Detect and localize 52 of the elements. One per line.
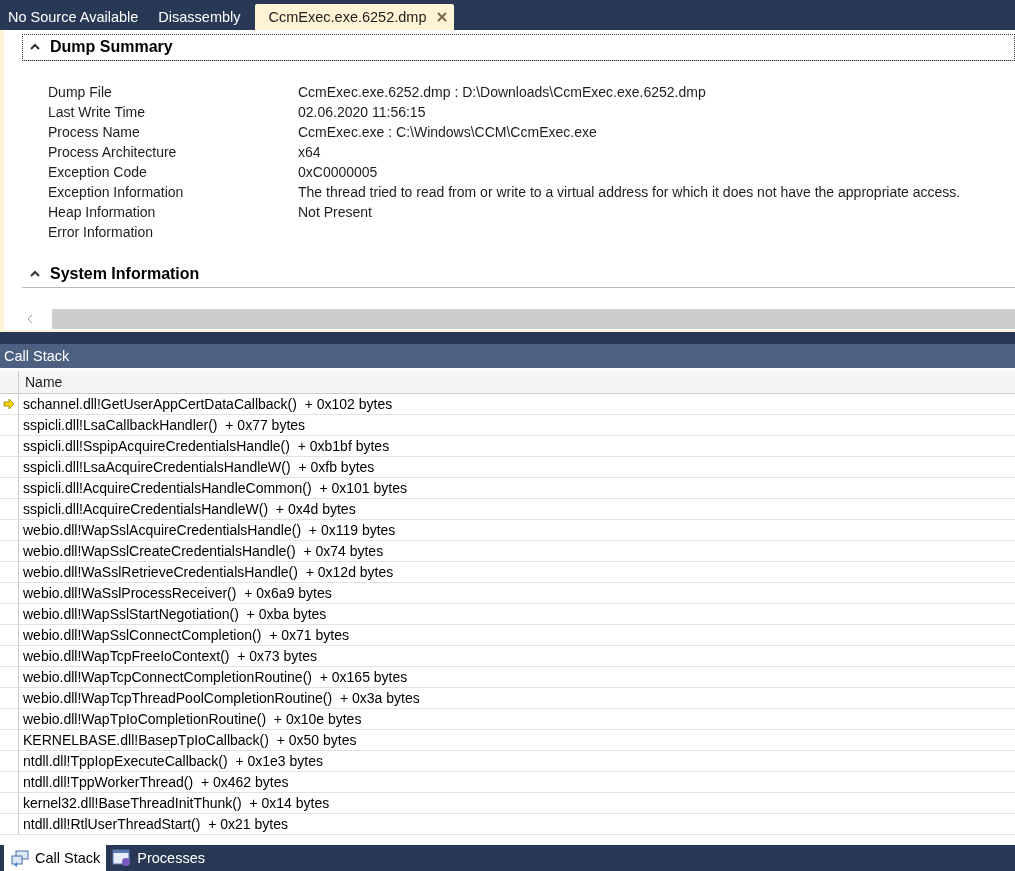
close-icon[interactable] xyxy=(436,11,449,23)
tool-window-tab[interactable]: Call Stack xyxy=(4,845,107,871)
stack-frame[interactable]: schannel.dll!GetUserAppCertDataCallback() + 0x102 bytes xyxy=(19,394,393,414)
stack-frame[interactable]: webio.dll!WapSslConnectCompletion() + 0x71 bytes xyxy=(19,625,349,645)
field-value: The thread tried to read from or write to a virtual address for which it does not have the appropriate access. xyxy=(298,183,962,201)
stack-frame[interactable]: sspicli.dll!LsaCallbackHandler() + 0x77 bytes xyxy=(19,415,306,435)
stack-frame[interactable]: webio.dll!WapTcpFreeIoContext() + 0x73 bytes xyxy=(19,646,317,666)
scroll-left-icon[interactable] xyxy=(26,314,34,324)
stack-frame[interactable]: webio.dll!WaSslProcessReceiver() + 0x6a9 bytes xyxy=(19,583,332,603)
panel-title: Call Stack xyxy=(0,344,1015,368)
stack-frame[interactable]: KERNELBASE.dll!BasepTpIoCallback() + 0x50 bytes xyxy=(19,730,357,750)
field-value: 0xC0000005 xyxy=(298,163,379,181)
collapse-icon[interactable] xyxy=(30,270,40,278)
field-label: Process Architecture xyxy=(48,143,178,161)
stack-frame[interactable]: webio.dll!WapSslStartNegotiation() + 0xba bytes xyxy=(19,604,327,624)
stack-frame[interactable]: webio.dll!WapSslAcquireCredentialsHandle() + 0x119 bytes xyxy=(19,520,396,540)
document-tab[interactable]: CcmExec.exe.6252.dmp xyxy=(254,4,455,30)
stack-frame[interactable]: sspicli.dll!AcquireCredentialsHandleCommon() + 0x101 bytes xyxy=(19,478,407,498)
field-label: Error Information xyxy=(48,223,155,241)
stack-frame[interactable]: ntdll.dll!RtlUserThreadStart() + 0x21 bytes xyxy=(19,814,288,834)
stack-frame[interactable]: webio.dll!WapSslCreateCredentialsHandle() + 0x74 bytes xyxy=(19,541,384,561)
tool-window-tab[interactable]: Processes xyxy=(106,845,211,871)
stack-frame[interactable]: webio.dll!WapTpIoCompletionRoutine() + 0x10e bytes xyxy=(19,709,362,729)
field-label: Dump File xyxy=(48,83,113,101)
stack-frame[interactable]: ntdll.dll!TppIopExecuteCallback() + 0x1e3 bytes xyxy=(19,751,323,771)
field-value: CcmExec.exe : C:\Windows\CCM\CcmExec.exe xyxy=(298,123,598,141)
field-value: Not Present xyxy=(298,203,373,221)
current-frame-arrow-icon xyxy=(3,399,15,409)
stack-frame[interactable]: kernel32.dll!BaseThreadInitThunk() + 0x14 bytes xyxy=(19,793,330,813)
section-header[interactable]: System Information xyxy=(22,261,1015,288)
field-value: CcmExec.exe.6252.dmp : D:\Downloads\CcmExec.exe.6252.dmp xyxy=(298,83,707,101)
section-header[interactable]: Dump Summary xyxy=(22,34,1015,61)
stacked-windows-icon xyxy=(10,849,30,867)
document-tab[interactable]: No Source Available xyxy=(2,4,153,30)
field-label: Heap Information xyxy=(48,203,157,221)
stack-frame[interactable]: ntdll.dll!TppWorkerThread() + 0x462 bytes xyxy=(19,772,289,792)
document-tab[interactable]: Disassembly xyxy=(152,4,255,30)
stack-frame[interactable]: sspicli.dll!AcquireCredentialsHandleW() + 0x4d bytes xyxy=(19,499,356,519)
column-header[interactable]: Name xyxy=(19,371,63,393)
stack-frame[interactable]: webio.dll!WapTcpThreadPoolCompletionRoutine() + 0x3a bytes xyxy=(19,688,420,708)
horizontal-scrollbar[interactable] xyxy=(52,309,1015,329)
stack-frame[interactable]: webio.dll!WaSslRetrieveCredentialsHandle() + 0x12d bytes xyxy=(19,562,394,582)
stack-frame[interactable]: sspicli.dll!LsaAcquireCredentialsHandleW() + 0xfb bytes xyxy=(19,457,375,477)
field-value: x64 xyxy=(298,143,322,161)
field-label: Process Name xyxy=(48,123,141,141)
field-label: Exception Code xyxy=(48,163,148,181)
stack-frame[interactable]: sspicli.dll!SspipAcquireCredentialsHandle() + 0xb1bf bytes xyxy=(19,436,390,456)
field-label: Exception Information xyxy=(48,183,185,201)
field-label: Last Write Time xyxy=(48,103,146,121)
collapse-icon[interactable] xyxy=(30,43,40,51)
field-value: 02.06.2020 11:56:15 xyxy=(298,103,427,121)
stack-frame[interactable]: webio.dll!WapTcpConnectCompletionRoutine() + 0x165 bytes xyxy=(19,667,408,687)
